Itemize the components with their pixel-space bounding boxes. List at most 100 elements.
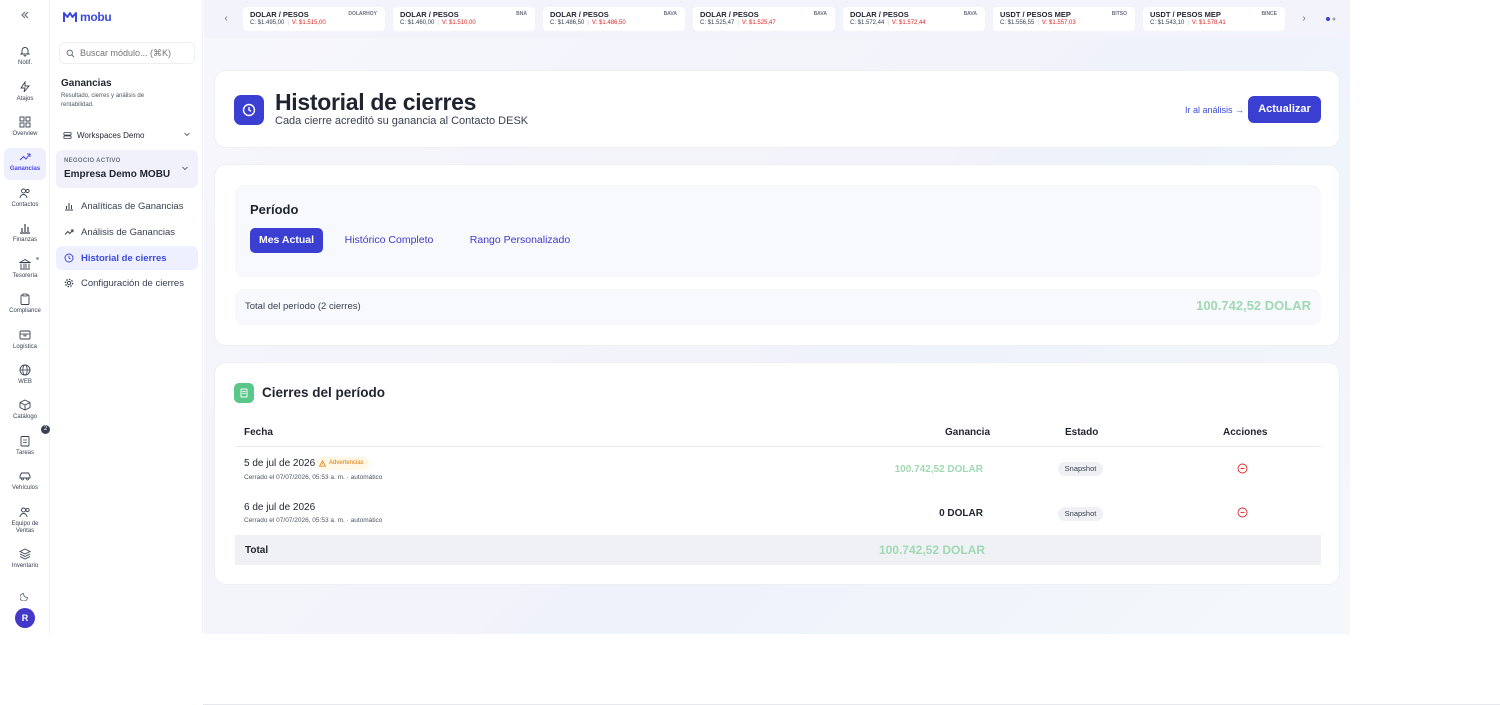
ticker-card[interactable]: DOLAR / PESOS BAVA C: $1.525,47 | V: $1.52…: [693, 7, 835, 31]
column-header-date[interactable]: Fecha: [244, 427, 273, 438]
rail-item-web[interactable]: WEB: [4, 361, 46, 393]
rail-item-inventario[interactable]: Inventario: [4, 545, 46, 577]
ticker-source: BAVA: [663, 11, 677, 17]
box-icon: [19, 330, 31, 340]
team-icon: [19, 507, 30, 518]
analysis-link[interactable]: Ir al análisis →: [1185, 105, 1244, 115]
page-header-card: Historial de cierres Cada cierre acredit…: [214, 70, 1340, 148]
ticker-values: C: $1.543,10 | V: $1.578,41: [1150, 20, 1226, 26]
refresh-button[interactable]: Actualizar: [1248, 96, 1321, 123]
ticker-pair: DOLAR / PESOS: [550, 10, 609, 19]
ticker-source: BAVA: [813, 11, 827, 17]
rail-item-compliance[interactable]: Compliance: [4, 290, 46, 322]
ticker-buy: C: $1.486,50: [550, 20, 585, 26]
row-amount: 100.742,52 DOLAR: [894, 464, 983, 475]
column-header-profit[interactable]: Ganancia: [945, 427, 990, 438]
ticker-card[interactable]: DOLAR / PESOS BAVA C: $1.486,50 | V: $1.48…: [543, 7, 685, 31]
search-input[interactable]: [80, 48, 190, 58]
remove-icon[interactable]: [1237, 507, 1248, 518]
rail-item-catalogo[interactable]: Catálogo: [4, 396, 46, 428]
gear-icon: [64, 278, 74, 288]
rail-item-tareas[interactable]: Tareas: [4, 432, 46, 464]
avatar[interactable]: R: [15, 608, 35, 628]
ticker-sell: V: $1.510,00: [441, 20, 476, 26]
page-subtitle: Cada cierre acreditó su ganancia al Cont…: [275, 115, 529, 127]
bank-icon: [19, 258, 31, 270]
live-indicator-icon: [1326, 17, 1336, 21]
double-chevron-left-icon[interactable]: [18, 10, 32, 24]
period-card: Período Mes Actual Histórico Completo Ra…: [214, 164, 1340, 346]
ticker-values: C: $1.486,50 | V: $1.486,50: [550, 20, 626, 26]
rail-item-notif[interactable]: Notif.: [4, 42, 46, 74]
rail-item-label: Catálogo: [12, 414, 38, 420]
bell-icon: [19, 47, 31, 57]
ticker-card[interactable]: DOLAR / PESOS BNA C: $1.460,00 | V: $1.510…: [393, 7, 535, 31]
ticker-buy: C: $1.572,44: [850, 20, 885, 26]
business-name: Empresa Demo MOBU: [64, 169, 171, 180]
row-amount: 0 DOLAR: [939, 508, 983, 519]
users-icon: [19, 188, 30, 199]
ticker-sell: V: $1.557,03: [1041, 20, 1076, 26]
rail-item-vehiculos[interactable]: Vehículos: [4, 467, 46, 499]
ticker-pair: DOLAR / PESOS: [850, 10, 909, 19]
ticker-card[interactable]: DOLAR / PESOS BAVA C: $1.572,44 | V: $1.57…: [843, 7, 985, 31]
row-date: 5 de jul de 2026: [244, 458, 316, 469]
rail-item-equipo-ventas[interactable]: Equipo de Ventas: [4, 503, 46, 543]
chevron-left-icon[interactable]: ‹: [218, 11, 234, 27]
workspace-selector[interactable]: Workspaces Demo: [59, 126, 197, 144]
rail-item-contactos[interactable]: Contactos: [4, 184, 46, 216]
table-divider: [235, 446, 1321, 447]
ticker-pair: DOLAR / PESOS: [700, 10, 759, 19]
car-icon: [19, 472, 31, 481]
rail-item-ganancias[interactable]: Ganancias: [4, 148, 46, 180]
row-closed-info: Cerrado el 07/07/2026, 05:53 a. m. · aut…: [244, 517, 383, 524]
period-total-amount: 100.742,52 DOLAR: [1196, 298, 1311, 313]
chevron-right-icon[interactable]: ›: [1296, 11, 1312, 27]
exchange-ticker: ‹ DOLAR / PESOS DOLARHOY C: $1.495,00 | V:…: [204, 0, 1350, 38]
bar-chart-icon: [20, 224, 30, 234]
period-option-current-month[interactable]: Mes Actual: [250, 228, 323, 253]
rail-item-label: Logística: [12, 344, 37, 350]
bar-chart-icon: [65, 203, 73, 211]
column-header-status[interactable]: Estado: [1065, 427, 1098, 438]
rail-item-atajos[interactable]: Atajos: [4, 78, 46, 110]
module-panel: mobu Ganancias Resultado, cierres y anál…: [51, 0, 203, 634]
trending-up-icon: [64, 229, 74, 235]
period-option-custom-range[interactable]: Rango Personalizado: [459, 228, 581, 253]
ticker-source: BITSO: [1111, 11, 1127, 17]
ticker-sell: V: $1.486,50: [591, 20, 626, 26]
ticker-source: BINCE: [1261, 11, 1277, 17]
ticker-values: C: $1.556,55 | V: $1.557,03: [1000, 20, 1076, 26]
ticker-card[interactable]: USDT / PESOS MEP BITSO C: $1.556,55 | V: $…: [993, 7, 1135, 31]
ticker-buy: C: $1.495,00: [250, 20, 285, 26]
rail-item-tesoreria[interactable]: Tesorería: [4, 255, 46, 287]
module-search[interactable]: [59, 42, 195, 64]
rail-item-finanzas[interactable]: Finanzas: [4, 219, 46, 251]
grid-icon: [19, 116, 31, 128]
nav-item-analiticas[interactable]: Analíticas de Ganancias: [56, 194, 198, 218]
ticker-buy: C: $1.556,55: [1000, 20, 1035, 26]
ticker-sell: V: $1.572,44: [891, 20, 926, 26]
logo-text: mobu: [80, 10, 112, 24]
moon-icon[interactable]: [19, 588, 30, 602]
rail-item-label: Notif.: [17, 60, 32, 66]
nav-item-configuracion[interactable]: Configuración de cierres: [56, 271, 198, 295]
logo[interactable]: mobu: [63, 10, 112, 24]
stack-icon: [19, 548, 31, 560]
remove-icon[interactable]: [1237, 463, 1248, 474]
ticker-card[interactable]: DOLAR / PESOS DOLARHOY C: $1.495,00 | V: $…: [243, 7, 385, 31]
warning-badge[interactable]: Advertencias: [316, 457, 369, 470]
rail-item-overview[interactable]: Overview: [4, 113, 46, 145]
globe-icon: [19, 364, 31, 376]
active-business-selector[interactable]: NEGOCIO ACTIVO Empresa Demo MOBU: [56, 150, 198, 188]
nav-item-historial[interactable]: Historial de cierres: [56, 246, 198, 270]
notification-dot: [36, 257, 39, 260]
rail-item-label: Overview: [12, 131, 38, 137]
ticker-source: BAVA: [963, 11, 977, 17]
nav-item-analisis[interactable]: Análisis de Ganancias: [56, 220, 198, 244]
ticker-card[interactable]: USDT / PESOS MEP BINCE C: $1.543,10 | V: $…: [1143, 7, 1285, 31]
period-option-full-history[interactable]: Histórico Completo: [333, 228, 445, 253]
period-title: Período: [250, 202, 299, 217]
cube-icon: [19, 399, 31, 411]
rail-item-logistica[interactable]: Logística: [4, 326, 46, 358]
